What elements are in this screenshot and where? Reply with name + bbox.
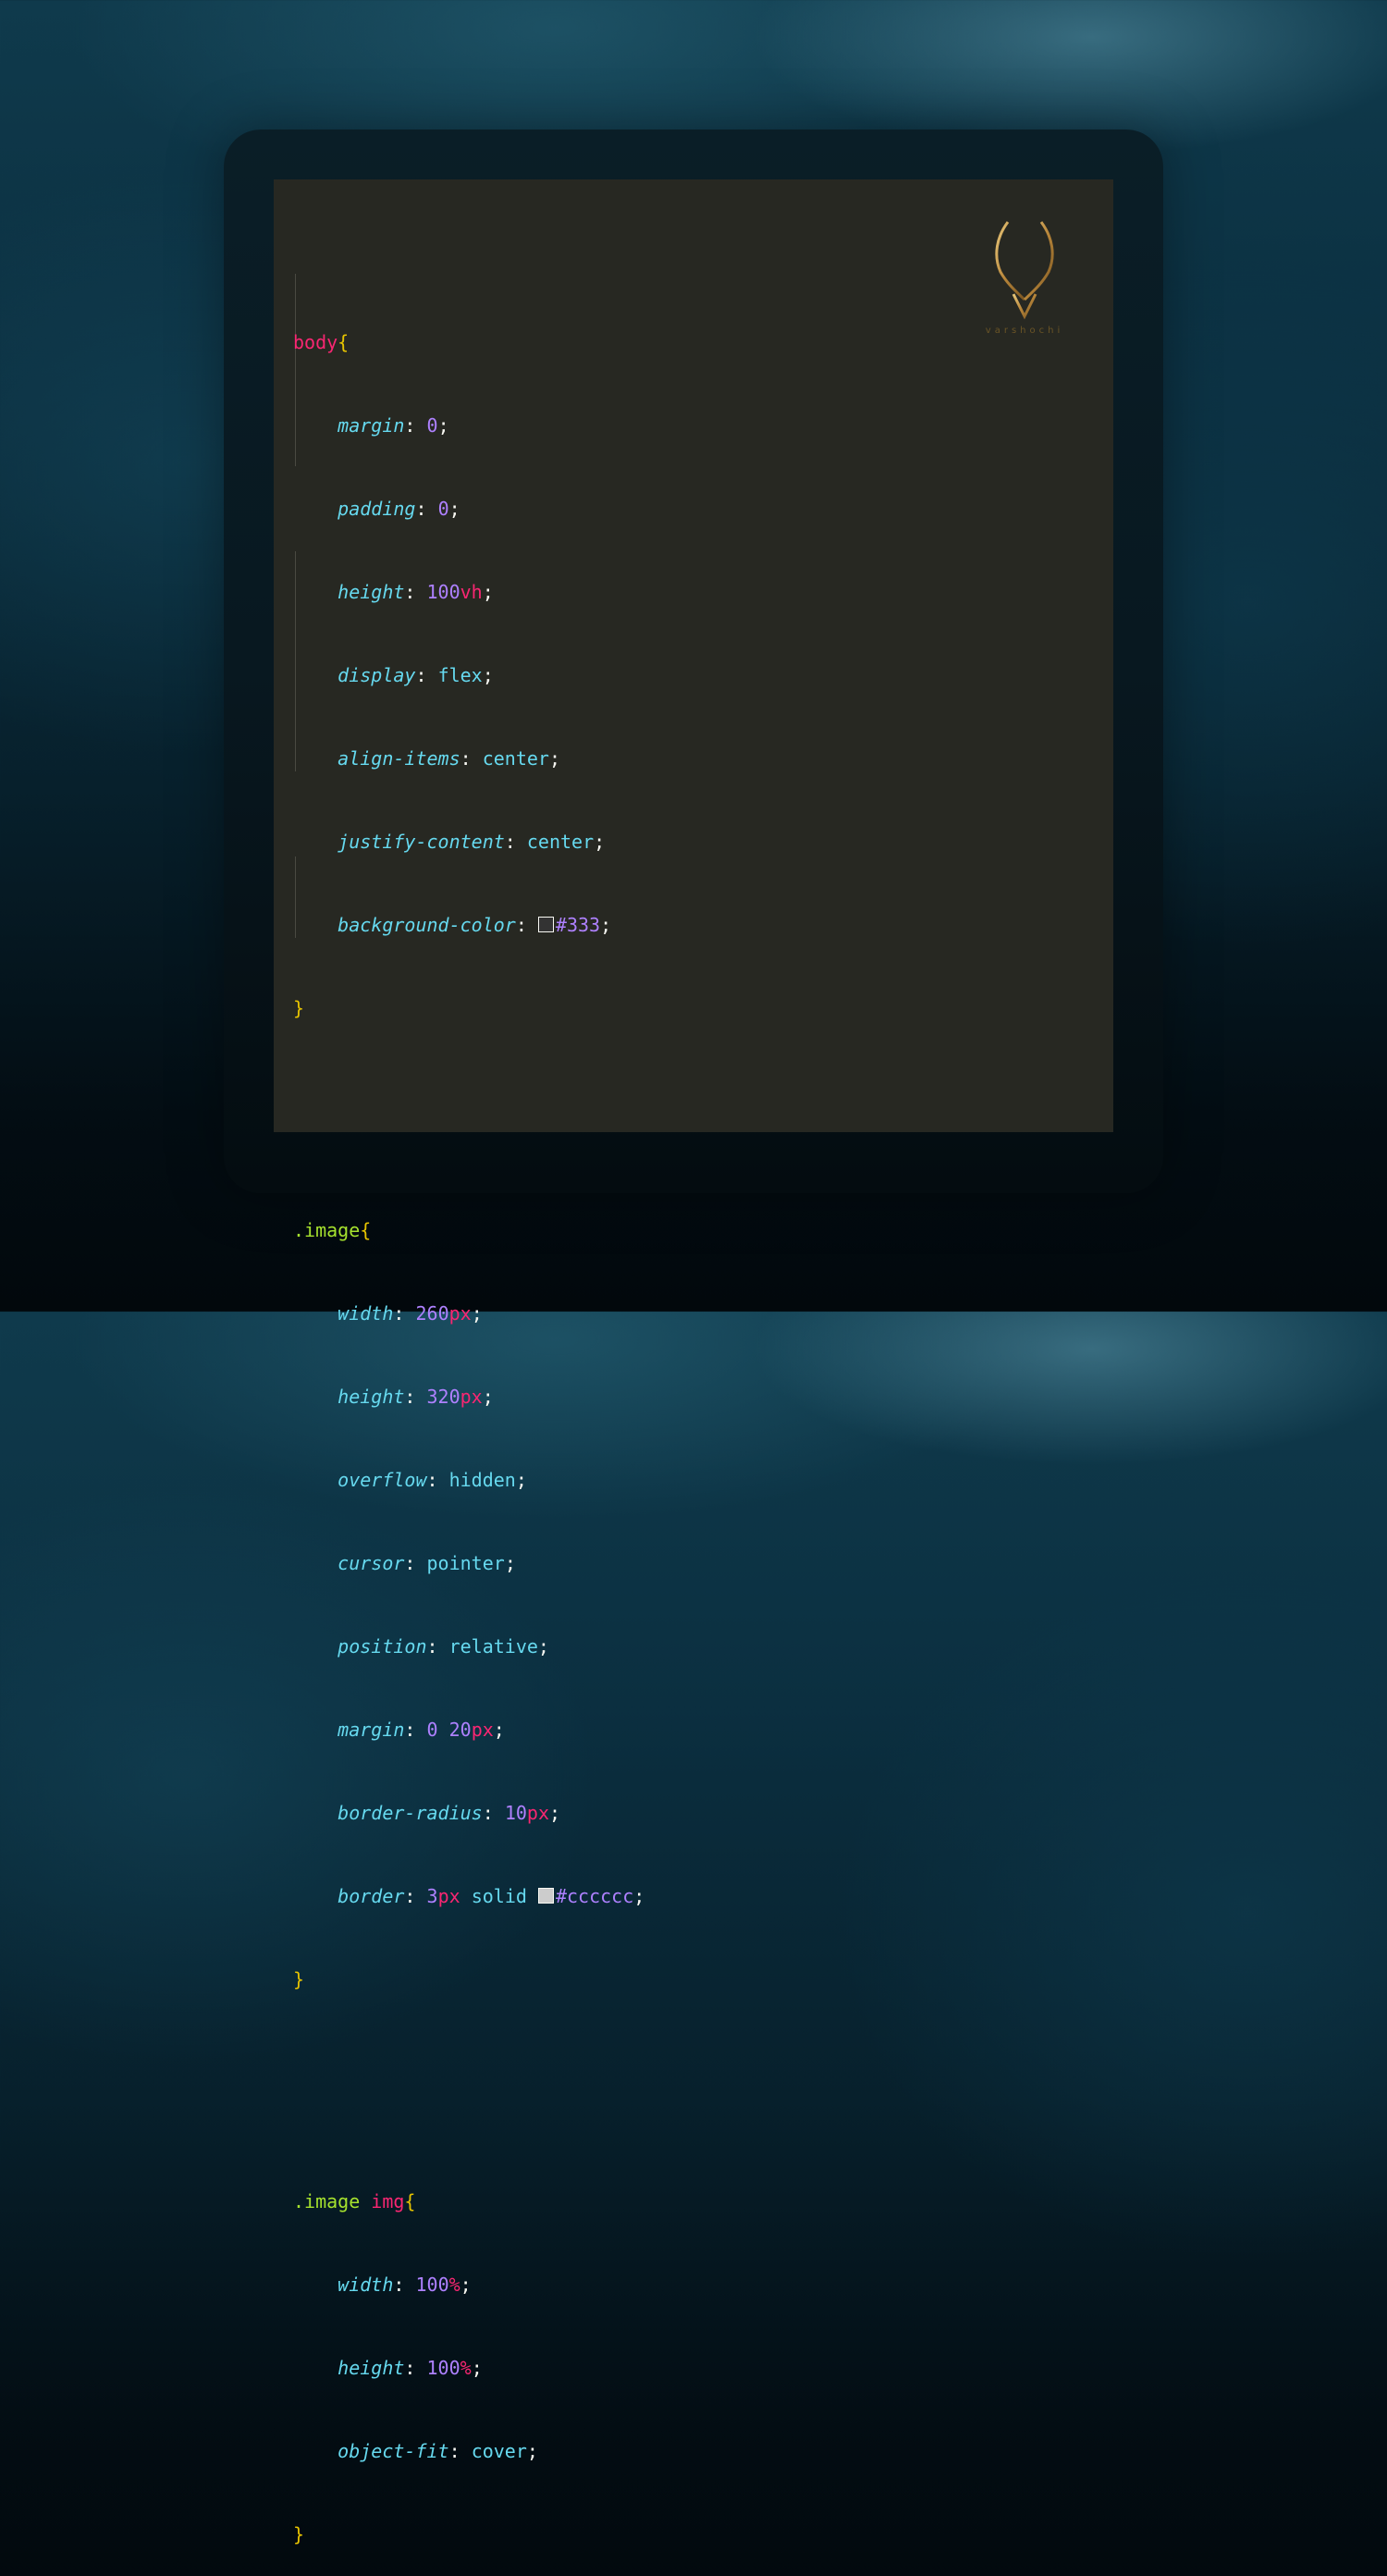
- close-brace: }: [293, 1968, 305, 1991]
- code-line: height: 320px;: [338, 1386, 494, 1408]
- property: display: [338, 664, 416, 686]
- code-line: display: flex;: [338, 664, 494, 686]
- unit: %: [448, 2274, 460, 2296]
- value: center: [482, 747, 549, 770]
- property: margin: [338, 1719, 405, 1741]
- open-brace: {: [360, 1219, 372, 1241]
- value: 10: [504, 1802, 527, 1824]
- property: width: [338, 1302, 394, 1325]
- value: cover: [471, 2440, 527, 2462]
- property: justify-content: [338, 831, 505, 853]
- code-block: body{ margin: 0; padding: 0; height: 100…: [293, 245, 644, 2576]
- open-brace: {: [404, 2190, 416, 2212]
- code-line: body{: [293, 328, 644, 356]
- value: 100: [426, 2357, 460, 2379]
- code-line: border: 3px solid #cccccc;: [338, 1885, 645, 1907]
- value: 260: [415, 1302, 449, 1325]
- code-line: border-radius: 10px;: [338, 1802, 561, 1824]
- property: object-fit: [338, 2440, 449, 2462]
- selector: .image: [293, 2190, 361, 2212]
- value: 100: [426, 581, 460, 603]
- open-brace: {: [338, 331, 350, 353]
- unit: px: [460, 1386, 483, 1408]
- code-line: object-fit: cover;: [338, 2440, 538, 2462]
- property: height: [338, 581, 405, 603]
- code-line: .image{: [293, 1216, 644, 1244]
- value: center: [526, 831, 595, 853]
- selector: .image: [293, 1219, 361, 1241]
- logo-wordmark: varshochi: [985, 326, 1064, 336]
- property: position: [338, 1635, 427, 1658]
- property: border: [338, 1885, 405, 1907]
- brand-logo: varshochi: [980, 218, 1069, 340]
- value: flex: [437, 664, 483, 686]
- unit: px: [437, 1885, 460, 1907]
- property: align-items: [338, 747, 460, 770]
- unit: %: [460, 2357, 472, 2379]
- code-line: .image img{: [293, 2188, 644, 2215]
- value: relative: [448, 1635, 538, 1658]
- color-swatch[interactable]: [537, 1888, 554, 1904]
- value: 0: [437, 498, 449, 520]
- value: hidden: [448, 1469, 516, 1491]
- value: solid: [471, 1885, 527, 1907]
- value: 100: [415, 2274, 449, 2296]
- code-line: margin: 0 20px;: [338, 1719, 505, 1741]
- property: width: [338, 2274, 394, 2296]
- code-line: align-items: center;: [338, 747, 561, 770]
- code-line: height: 100vh;: [338, 581, 494, 603]
- code-line: margin: 0;: [338, 414, 449, 437]
- unit: px: [471, 1719, 494, 1741]
- value: 320: [426, 1386, 460, 1408]
- value: 3: [426, 1885, 438, 1907]
- value: #333: [555, 914, 601, 936]
- code-line: width: 100%;: [338, 2274, 472, 2296]
- property: background-color: [338, 914, 516, 936]
- code-line: cursor: pointer;: [338, 1552, 516, 1574]
- property: overflow: [338, 1469, 427, 1491]
- code-line: overflow: hidden;: [338, 1469, 527, 1491]
- value: 0: [426, 1719, 438, 1741]
- unit: px: [526, 1802, 549, 1824]
- horns-v-logo-icon: [995, 221, 1054, 320]
- value: pointer: [426, 1552, 505, 1574]
- code-line: }: [293, 2521, 644, 2548]
- close-brace: }: [293, 2523, 305, 2545]
- property: padding: [338, 498, 416, 520]
- code-line: }: [293, 1966, 644, 1993]
- property: margin: [338, 414, 405, 437]
- selector: body: [293, 331, 338, 353]
- value: 20: [448, 1719, 472, 1741]
- code-line: width: 260px;: [338, 1302, 483, 1325]
- selector: img: [371, 2190, 405, 2212]
- property: cursor: [338, 1552, 405, 1574]
- value: #cccccc: [555, 1885, 634, 1907]
- code-line: height: 100%;: [338, 2357, 483, 2379]
- code-line: background-color: #333;: [338, 914, 612, 936]
- code-line: justify-content: center;: [338, 831, 606, 853]
- code-line: position: relative;: [338, 1635, 549, 1658]
- color-swatch[interactable]: [537, 917, 554, 932]
- unit: vh: [460, 581, 483, 603]
- value: 0: [426, 414, 438, 437]
- unit: px: [448, 1302, 472, 1325]
- code-line: padding: 0;: [338, 498, 460, 520]
- property: border-radius: [338, 1802, 483, 1824]
- property: height: [338, 2357, 405, 2379]
- code-line: }: [293, 994, 644, 1022]
- property: height: [338, 1386, 405, 1408]
- close-brace: }: [293, 997, 305, 1019]
